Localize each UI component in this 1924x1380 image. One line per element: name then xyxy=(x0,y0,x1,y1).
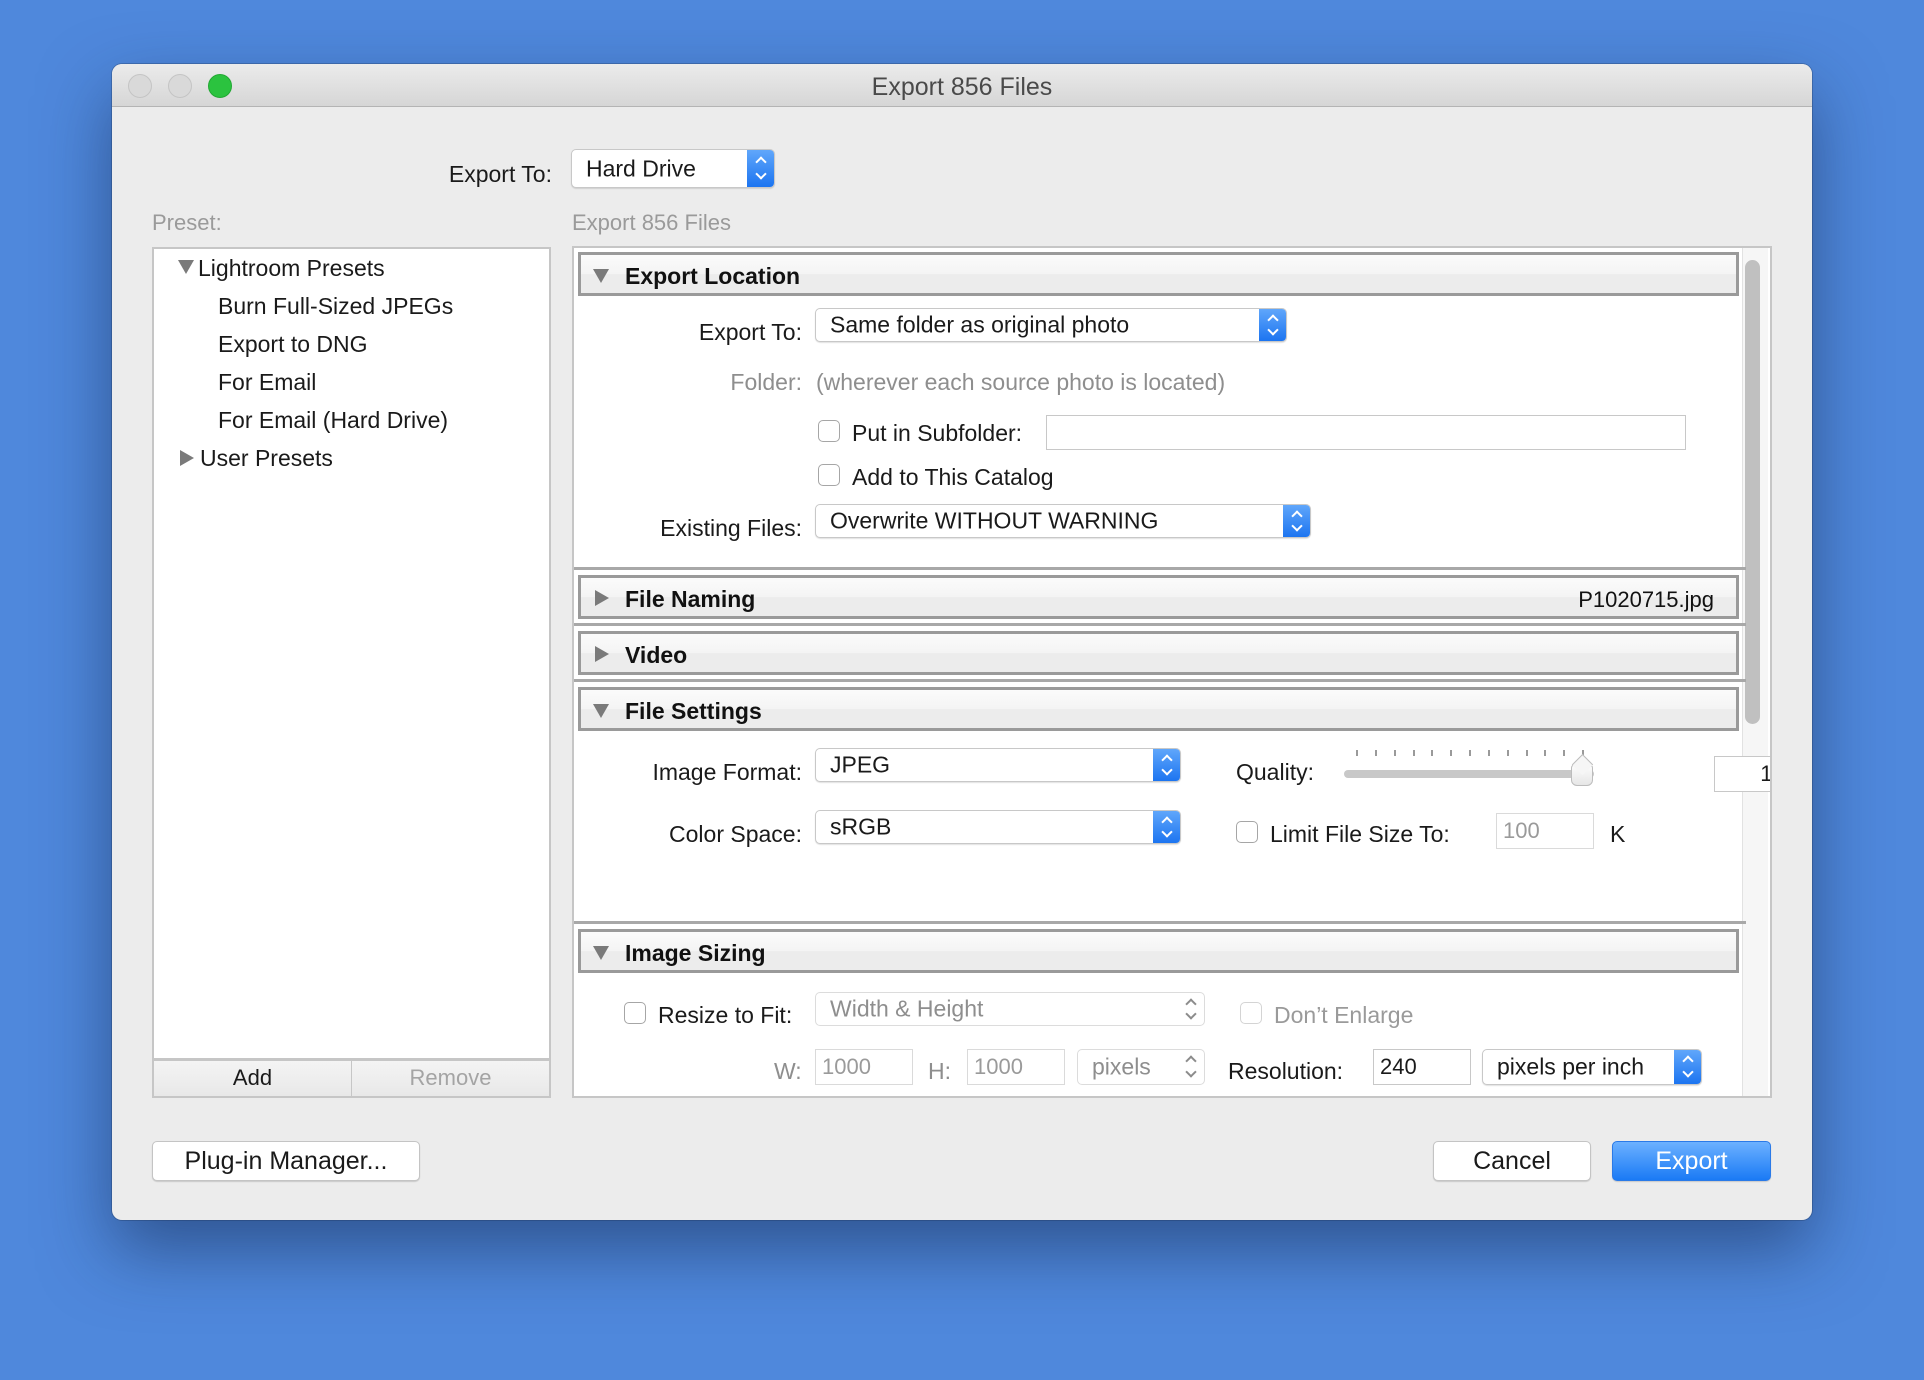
add-preset-button[interactable]: Add xyxy=(154,1061,351,1096)
quality-slider-knob[interactable] xyxy=(1571,764,1593,786)
quality-slider-track xyxy=(1344,770,1594,778)
subfolder-input[interactable] xyxy=(1046,415,1686,450)
dont-enlarge-label: Don’t Enlarge xyxy=(1274,1002,1414,1028)
folder-label: Folder: xyxy=(730,369,802,395)
disclosure-collapsed-icon xyxy=(180,450,194,466)
height-input[interactable]: 1000 xyxy=(967,1049,1065,1085)
stepper-icon xyxy=(1259,309,1286,341)
divider xyxy=(574,623,1746,626)
slider-tick xyxy=(1563,750,1566,756)
put-in-subfolder-label: Put in Subfolder: xyxy=(852,420,1023,446)
slider-tick xyxy=(1431,750,1434,756)
add-to-catalog-checkbox[interactable] xyxy=(818,464,840,486)
size-units-select[interactable]: pixels xyxy=(1077,1049,1205,1085)
cancel-button[interactable]: Cancel xyxy=(1433,1141,1591,1181)
slider-tick xyxy=(1412,750,1415,756)
limit-file-size-label: Limit File Size To: xyxy=(1270,821,1450,847)
divider xyxy=(574,921,1746,924)
export-settings-panel: Export Location Export To: Same folder a… xyxy=(572,246,1772,1098)
stepper-icon xyxy=(1177,1050,1204,1084)
disclosure-expanded-icon xyxy=(178,260,194,274)
limit-file-size-unit: K xyxy=(1610,821,1626,847)
remove-preset-button[interactable]: Remove xyxy=(351,1061,549,1096)
preset-item[interactable]: Export to DNG xyxy=(218,331,368,358)
stepper-icon xyxy=(1153,749,1180,781)
disclosure-expanded-icon xyxy=(593,946,609,960)
dont-enlarge-checkbox[interactable] xyxy=(1240,1002,1262,1024)
window-title: Export 856 Files xyxy=(871,73,1053,101)
slider-tick xyxy=(1356,750,1358,756)
width-input[interactable]: 1000 xyxy=(815,1049,913,1085)
file-naming-sample: P1020715.jpg xyxy=(1578,587,1714,612)
folder-value: (wherever each source photo is located) xyxy=(816,369,1226,395)
disclosure-expanded-icon xyxy=(593,704,609,718)
slider-tick xyxy=(1374,750,1377,756)
export-button[interactable]: Export xyxy=(1612,1141,1771,1181)
stepper-icon xyxy=(1177,993,1204,1025)
disclosure-expanded-icon xyxy=(593,269,609,283)
resolution-units-select[interactable]: pixels per inch xyxy=(1482,1049,1702,1085)
preset-list: Lightroom Presets Burn Full-Sized JPEGs … xyxy=(152,247,551,1060)
put-in-subfolder-checkbox[interactable] xyxy=(818,420,840,442)
limit-file-size-input[interactable]: 100 xyxy=(1496,813,1594,849)
scrollbar-thumb[interactable] xyxy=(1745,260,1760,724)
location-export-to-label: Export To: xyxy=(698,319,802,345)
section-export-location[interactable]: Export Location xyxy=(578,252,1739,296)
section-video[interactable]: Video xyxy=(578,631,1739,675)
preset-item[interactable]: For Email (Hard Drive) xyxy=(218,407,448,434)
divider xyxy=(574,679,1746,682)
add-to-catalog-label: Add to This Catalog xyxy=(852,464,1054,490)
scrollbar[interactable] xyxy=(1742,248,1768,1096)
preset-item[interactable]: Burn Full-Sized JPEGs xyxy=(218,293,453,320)
resize-to-fit-checkbox[interactable] xyxy=(624,1002,646,1024)
quality-input[interactable]: 100 xyxy=(1714,756,1770,792)
location-export-to-select[interactable]: Same folder as original photo xyxy=(815,308,1287,342)
stepper-icon xyxy=(747,150,774,187)
resize-mode-select[interactable]: Width & Height xyxy=(815,992,1205,1026)
preset-label: Preset: xyxy=(152,210,222,235)
export-to-select[interactable]: Hard Drive xyxy=(571,149,775,188)
plugin-manager-button[interactable]: Plug-in Manager... xyxy=(152,1141,420,1181)
stepper-icon xyxy=(1283,505,1310,537)
divider xyxy=(574,567,1746,570)
slider-tick xyxy=(1450,750,1453,756)
height-label: H: xyxy=(928,1058,951,1084)
existing-files-label: Existing Files: xyxy=(660,515,802,541)
panel-caption: Export 856 Files xyxy=(572,210,731,235)
slider-tick xyxy=(1393,750,1396,756)
color-space-label: Color Space: xyxy=(669,821,802,847)
disclosure-collapsed-icon xyxy=(595,590,609,606)
limit-file-size-checkbox[interactable] xyxy=(1236,821,1258,843)
slider-tick xyxy=(1506,750,1509,756)
tree-folder-user-presets[interactable]: User Presets xyxy=(180,445,333,472)
resize-to-fit-label: Resize to Fit: xyxy=(658,1002,793,1028)
slider-tick xyxy=(1525,750,1528,756)
width-label: W: xyxy=(774,1058,802,1084)
export-dialog: Export 856 Files Export To: Hard Drive P… xyxy=(112,64,1812,1220)
image-format-label: Image Format: xyxy=(652,759,802,785)
stepper-icon xyxy=(1674,1050,1701,1084)
section-image-sizing[interactable]: Image Sizing xyxy=(578,929,1739,973)
image-format-select[interactable]: JPEG xyxy=(815,748,1181,782)
title-bar: Export 856 Files xyxy=(112,64,1812,107)
preset-buttons: Add Remove xyxy=(152,1060,551,1098)
color-space-select[interactable]: sRGB xyxy=(815,810,1181,844)
export-to-value: Hard Drive xyxy=(586,155,696,181)
quality-slider[interactable] xyxy=(1344,748,1594,788)
quality-label: Quality: xyxy=(1236,759,1314,785)
slider-tick xyxy=(1487,750,1490,756)
stepper-icon xyxy=(1153,811,1180,843)
section-file-naming[interactable]: File Naming P1020715.jpg xyxy=(578,575,1739,619)
resolution-label: Resolution: xyxy=(1228,1058,1344,1084)
section-file-settings[interactable]: File Settings xyxy=(578,687,1739,731)
export-to-label: Export To: xyxy=(448,161,552,187)
slider-tick xyxy=(1544,750,1547,756)
disclosure-collapsed-icon xyxy=(595,646,609,662)
slider-tick xyxy=(1469,750,1471,756)
tree-folder-lightroom-presets[interactable]: Lightroom Presets xyxy=(178,255,385,282)
preset-item[interactable]: For Email xyxy=(218,369,316,396)
resolution-input[interactable]: 240 xyxy=(1373,1049,1471,1085)
existing-files-select[interactable]: Overwrite WITHOUT WARNING xyxy=(815,504,1311,538)
